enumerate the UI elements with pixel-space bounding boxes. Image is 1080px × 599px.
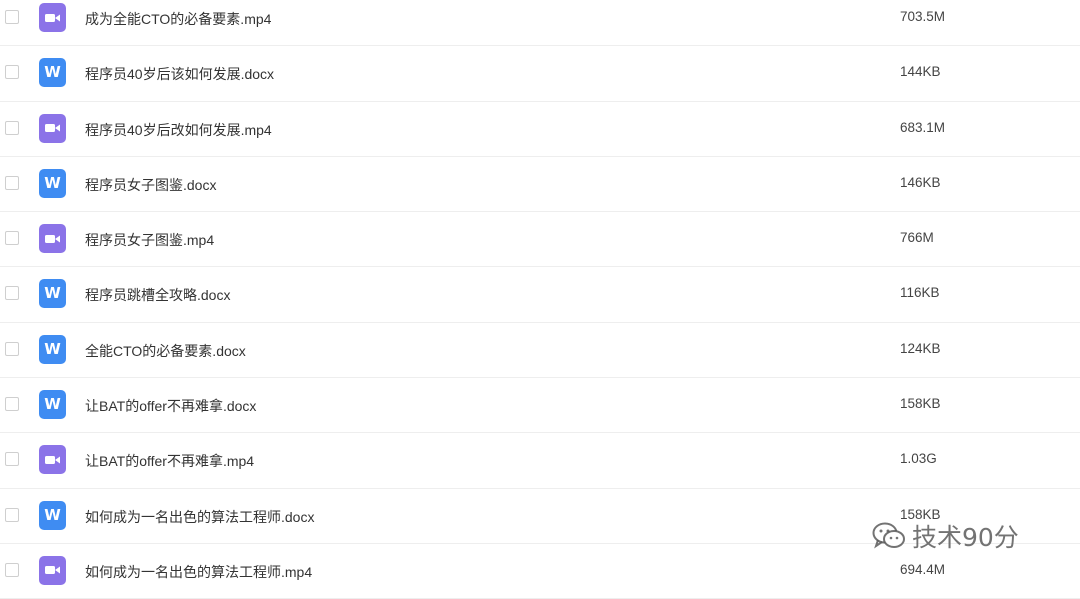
file-row[interactable]: W 全能CTO的必备要素.docx 124KB [0,323,1080,379]
word-file-icon: W [39,334,66,364]
file-size: 1.03G [900,451,937,467]
file-row[interactable]: W 让BAT的offer不再难拿.docx 158KB [0,378,1080,434]
word-icon-letter: W [44,339,61,358]
file-row[interactable]: W 程序员40岁后该如何发展.docx 144KB [0,46,1080,102]
file-name[interactable]: 如何成为一名出色的算法工程师.docx [85,507,314,527]
file-checkbox[interactable] [5,452,19,467]
video-file-icon [39,3,66,32]
word-file-icon: W [39,500,66,530]
file-name[interactable]: 让BAT的offer不再难拿.mp4 [85,451,254,471]
word-file-icon: W [39,168,66,198]
file-name[interactable]: 如何成为一名出色的算法工程师.mp4 [85,562,312,582]
file-name[interactable]: 让BAT的offer不再难拿.docx [85,396,256,416]
file-size: 158KB [900,506,941,522]
file-checkbox[interactable] [5,562,19,577]
file-name[interactable]: 程序员40岁后改如何发展.mp4 [85,120,272,140]
file-name[interactable]: 程序员女子图鉴.docx [85,175,216,195]
video-file-icon [39,445,66,475]
word-file-icon: W [39,58,66,88]
file-checkbox[interactable] [5,397,19,412]
file-size: 694.4M [900,561,946,577]
file-size: 116KB [900,285,940,301]
file-size: 683.1M [900,119,946,135]
file-name[interactable]: 程序员女子图鉴.mp4 [85,230,214,250]
word-icon-letter: W [44,505,61,524]
file-row[interactable]: 让BAT的offer不再难拿.mp4 1.03G [0,433,1080,489]
file-checkbox[interactable] [5,341,19,356]
file-checkbox[interactable] [5,65,19,80]
video-file-icon [39,224,66,254]
file-row[interactable]: 如何成为一名出色的算法工程师.mp4 694.4M [0,544,1080,599]
file-size: 124KB [900,340,941,356]
file-name[interactable]: 程序员跳槽全攻略.docx [85,285,230,305]
file-name[interactable]: 全能CTO的必备要素.docx [85,341,246,361]
word-file-icon: W [39,390,66,420]
video-file-icon [39,555,66,585]
file-checkbox[interactable] [5,507,19,522]
file-checkbox[interactable] [5,120,19,135]
file-checkbox[interactable] [5,231,19,246]
video-file-icon [39,113,66,143]
file-name[interactable]: 成为全能CTO的必备要素.mp4 [85,9,271,29]
word-icon-letter: W [44,173,61,192]
file-row[interactable]: W 如何成为一名出色的算法工程师.docx 158KB [0,489,1080,544]
word-icon-letter: W [44,284,61,303]
file-row[interactable]: 程序员女子图鉴.mp4 766M [0,212,1080,268]
file-size: 146KB [900,174,941,190]
file-size: 766M [900,230,934,246]
file-name[interactable]: 程序员40岁后该如何发展.docx [85,64,274,84]
file-row[interactable]: 成为全能CTO的必备要素.mp4 703.5M [0,0,1080,47]
file-list: 成为全能CTO的必备要素.mp4 703.5M W 程序员40岁后该如何发展.docx… [0,0,1080,599]
file-checkbox[interactable] [5,10,19,24]
file-row[interactable]: W 程序员跳槽全攻略.docx 116KB [0,267,1080,323]
word-icon-letter: W [44,63,61,82]
file-row[interactable]: W 程序员女子图鉴.docx 146KB [0,157,1080,213]
word-file-icon: W [39,279,66,309]
file-checkbox[interactable] [5,286,19,301]
file-row[interactable]: 程序员40岁后改如何发展.mp4 683.1M [0,102,1080,157]
word-icon-letter: W [44,395,61,414]
file-size: 158KB [900,396,941,412]
file-size: 144KB [900,64,941,80]
file-size: 703.5M [900,9,946,24]
file-checkbox[interactable] [5,175,19,190]
